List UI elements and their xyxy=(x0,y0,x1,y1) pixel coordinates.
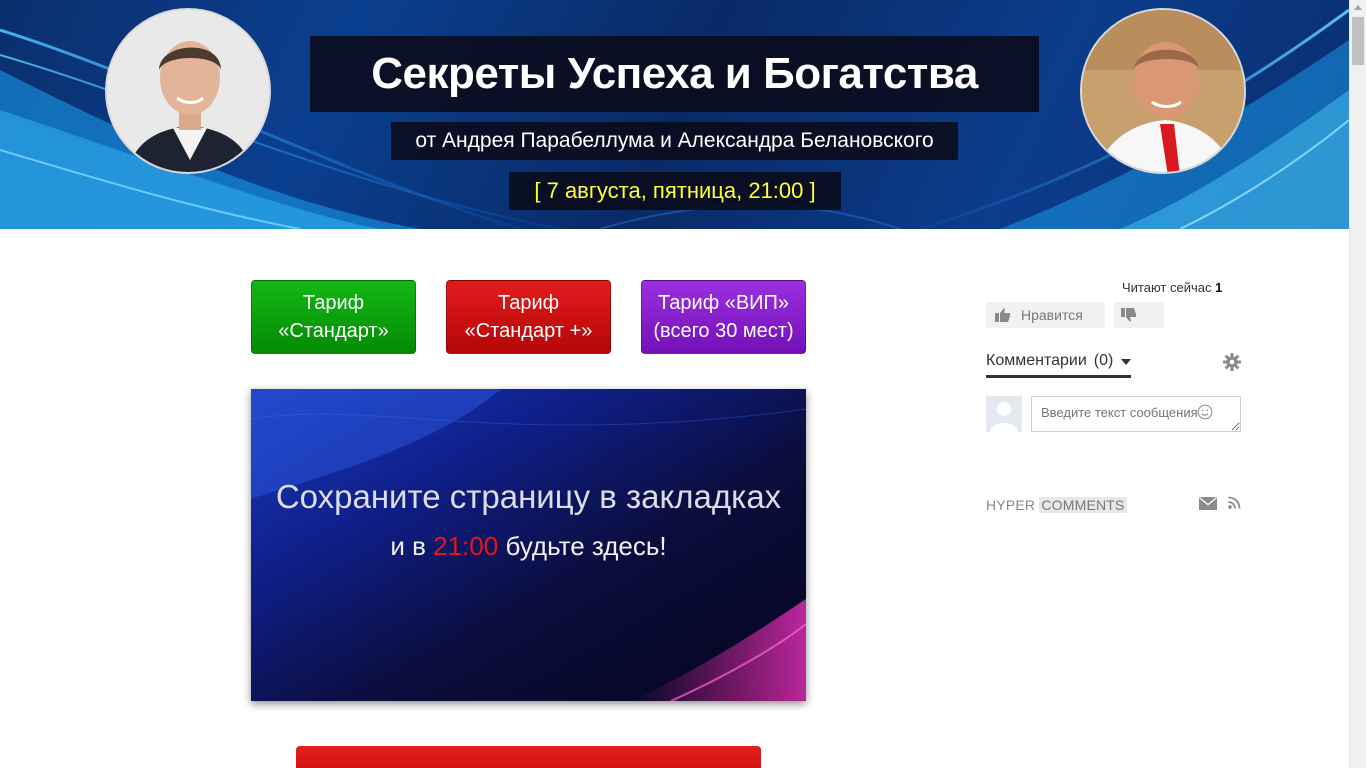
subtitle-box: от Андрея Парабеллума и Александра Белан… xyxy=(391,122,958,160)
user-avatar xyxy=(986,396,1022,432)
thumbs-up-icon xyxy=(995,308,1010,322)
tariff-standard-line2: «Стандарт» xyxy=(278,320,389,342)
tariff-standard-button[interactable]: Тариф «Стандарт» xyxy=(251,280,416,354)
vertical-scrollbar[interactable] xyxy=(1349,0,1366,768)
readers-now: Читают сейчас 1 xyxy=(1122,280,1222,295)
speaker-photo-left xyxy=(105,8,271,174)
bottom-red-button[interactable] xyxy=(296,746,761,768)
readers-label: Читают сейчас xyxy=(1122,280,1212,295)
hypercomments-brand[interactable]: HYPER COMMENTS xyxy=(986,497,1127,513)
header-banner: Секреты Успеха и Богатства от Андрея Пар… xyxy=(0,0,1349,229)
event-date-box: [ 7 августа, пятница, 21:00 ] xyxy=(509,172,841,210)
tariff-vip-line2: (всего 30 мест) xyxy=(653,320,794,342)
rss-icon[interactable] xyxy=(1228,496,1241,509)
scroll-up-arrow-icon[interactable] xyxy=(1354,5,1362,10)
like-button[interactable]: Нравится xyxy=(986,302,1105,328)
tariff-standard-plus-line1: Тариф xyxy=(497,292,560,314)
comments-tab-label: Комментарии xyxy=(986,352,1087,369)
mail-icon[interactable] xyxy=(1199,497,1217,510)
promo-video-box: Сохраните страницу в закладках и в 21:00… xyxy=(251,389,806,701)
tariff-vip-button[interactable]: Тариф «ВИП» (всего 30 мест) xyxy=(641,280,806,354)
comments-count: (0) xyxy=(1093,352,1114,369)
brand-comments: COMMENTS xyxy=(1039,497,1127,513)
page-subtitle: от Андрея Парабеллума и Александра Белан… xyxy=(415,129,934,152)
tariff-vip-line1: Тариф «ВИП» xyxy=(657,292,790,314)
promo-time: 21:00 xyxy=(433,531,499,561)
dislike-button[interactable] xyxy=(1114,302,1164,328)
thumbs-down-icon xyxy=(1121,308,1136,322)
speaker-photo-right xyxy=(1080,8,1246,174)
comments-tab[interactable]: Комментарии (0) xyxy=(986,352,1132,378)
page-title: Секреты Успеха и Богатства xyxy=(371,49,978,98)
brand-hyper: HYPER xyxy=(986,497,1036,513)
gear-icon[interactable] xyxy=(1223,353,1241,371)
scroll-thumb[interactable] xyxy=(1352,17,1364,65)
tariff-standard-plus-line2: «Стандарт +» xyxy=(464,320,593,342)
page-title-box: Секреты Успеха и Богатства xyxy=(310,36,1039,112)
promo-line1: Сохраните страницу в закладках xyxy=(275,478,782,515)
promo-line2-after: будьте здесь! xyxy=(498,531,667,561)
like-label: Нравится xyxy=(1021,307,1083,323)
page: Секреты Успеха и Богатства от Андрея Пар… xyxy=(0,0,1366,768)
tariff-standard-plus-button[interactable]: Тариф «Стандарт +» xyxy=(446,280,611,354)
chevron-down-icon xyxy=(1121,359,1132,365)
tariff-standard-line1: Тариф xyxy=(302,292,365,314)
event-date: [ 7 августа, пятница, 21:00 ] xyxy=(534,178,816,203)
promo-line2: и в 21:00 будьте здесь! xyxy=(251,531,806,562)
promo-line2-before: и в xyxy=(390,531,434,561)
readers-count: 1 xyxy=(1215,280,1223,295)
smile-icon[interactable] xyxy=(1197,404,1213,420)
